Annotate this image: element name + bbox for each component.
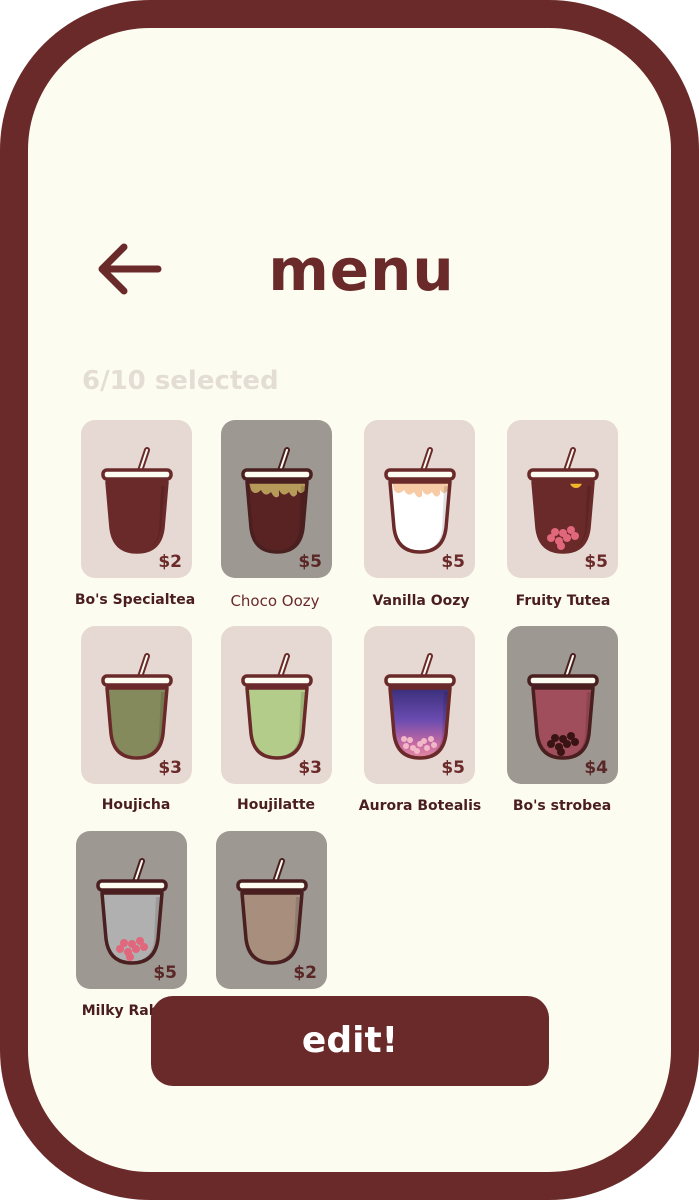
menu-item-name: Aurora Botealis: [358, 798, 482, 814]
menu-item-card[interactable]: $5: [221, 420, 332, 578]
menu-item-name: Bo's strobea: [512, 798, 612, 814]
price-label: $2: [158, 552, 182, 572]
menu-item-card[interactable]: $2: [81, 420, 192, 578]
price-label: $5: [153, 963, 177, 983]
menu-item-card[interactable]: $5: [364, 626, 475, 784]
price-label: $5: [441, 758, 465, 778]
price-label: $3: [158, 758, 182, 778]
menu-item-card[interactable]: $3: [81, 626, 192, 784]
menu-item-name: Bo's Specialtea: [74, 592, 196, 608]
price-label: $5: [298, 552, 322, 572]
price-label: $5: [441, 552, 465, 572]
price-label: $4: [584, 758, 608, 778]
selection-counter: 6/10 selected: [82, 366, 279, 396]
price-label: $2: [293, 963, 317, 983]
price-label: $5: [584, 552, 608, 572]
menu-item-card[interactable]: $5: [507, 420, 618, 578]
menu-item-name: Vanilla Oozy: [372, 593, 470, 609]
menu-item-card[interactable]: $2: [216, 831, 327, 989]
menu-item-card[interactable]: $5: [364, 420, 475, 578]
menu-item-name: Fruity Tutea: [515, 593, 611, 609]
menu-item-card[interactable]: $5: [76, 831, 187, 989]
page-title: menu: [268, 236, 455, 304]
menu-item-name: Houjilatte: [236, 797, 316, 813]
price-label: $3: [298, 758, 322, 778]
menu-item-card[interactable]: $4: [507, 626, 618, 784]
menu-item-name: Houjicha: [101, 797, 171, 813]
edit-button[interactable]: edit!: [151, 996, 549, 1086]
menu-item-card[interactable]: $3: [221, 626, 332, 784]
menu-item-name: Choco Oozy: [230, 592, 320, 610]
